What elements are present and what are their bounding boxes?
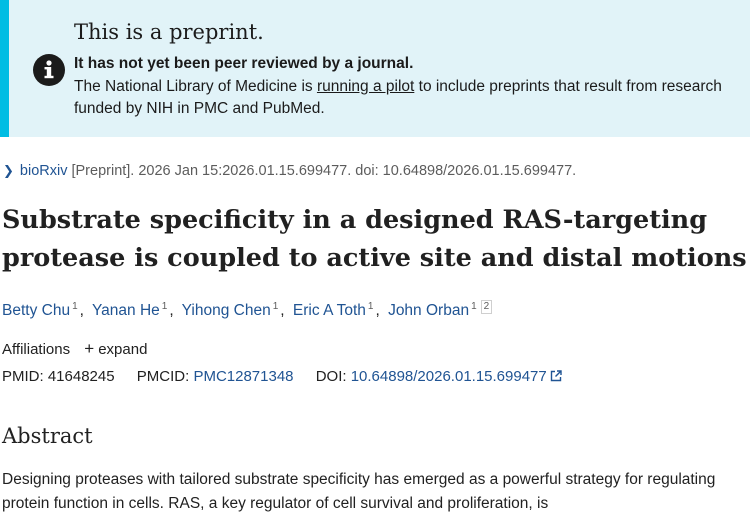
author-separator: , [280,302,285,319]
author-affil-sup[interactable]: 1 [471,301,477,312]
author-link[interactable]: Yihong Chen [182,302,271,319]
author-affil-sup[interactable]: 1 [72,301,78,312]
preprint-notice-banner: This is a preprint. It has not yet been … [0,0,750,137]
doi-link[interactable]: 10.64898/2026.01.15.699477 [351,368,562,385]
abstract-text: Designing proteases with tailored substr… [2,471,716,512]
doi-label: DOI: [315,368,347,385]
plus-icon: + [84,339,95,358]
author-list: Betty Chu 1, Yanan He 1, Yihong Chen 1, Eri… [2,300,493,320]
doi-value: 10.64898/2026.01.15.699477 [350,368,547,385]
affiliations-row: Affiliations + expand [2,339,147,359]
author-affil-sup[interactable]: 2 [480,300,493,314]
expand-label: expand [98,341,148,358]
citation-source-line: ❯ bioRxiv [Preprint]. 2026 Jan 15:2026.01… [3,163,576,179]
author-affil-sup[interactable]: 1 [368,301,374,312]
pmcid-link[interactable]: PMC12871348 [193,368,293,385]
external-link-icon [550,370,562,382]
author-link[interactable]: Yanan He [92,302,160,319]
banner-text-before: The National Library of Medicine is [74,78,317,95]
author-separator: , [79,302,84,319]
citation-details: [Preprint]. 2026 Jan 15:2026.01.15.69947… [67,163,577,179]
author-link[interactable]: Eric A Toth [293,302,366,319]
article-identifiers: PMID: 41648245 PMCID: PMC12871348 DOI: 1… [2,368,562,385]
article-title: Substrate specificity in a designed RAS-… [2,205,747,273]
author-affil-sup[interactable]: 1 [162,301,168,312]
info-icon [33,54,65,86]
affiliations-expand-button[interactable]: + expand [84,339,148,358]
chevron-right-icon: ❯ [3,163,14,178]
affiliations-label: Affiliations [2,341,71,358]
author-separator: , [375,302,380,319]
author-link[interactable]: John Orban [388,302,469,319]
abstract-heading: Abstract [2,424,93,448]
pmid-value: 41648245 [47,368,115,385]
author-separator: , [169,302,174,319]
banner-warning: It has not yet been peer reviewed by a j… [74,55,414,72]
pmcid-label: PMCID: [136,368,190,385]
banner-text: The National Library of Medicine is runn… [74,76,724,120]
banner-heading: This is a preprint. [74,20,264,44]
pmid-label: PMID: [2,368,44,385]
author-link[interactable]: Betty Chu [2,302,70,319]
author-affil-sup[interactable]: 1 [273,301,279,312]
running-a-pilot-link[interactable]: running a pilot [317,78,414,95]
journal-link[interactable]: bioRxiv [20,163,68,179]
